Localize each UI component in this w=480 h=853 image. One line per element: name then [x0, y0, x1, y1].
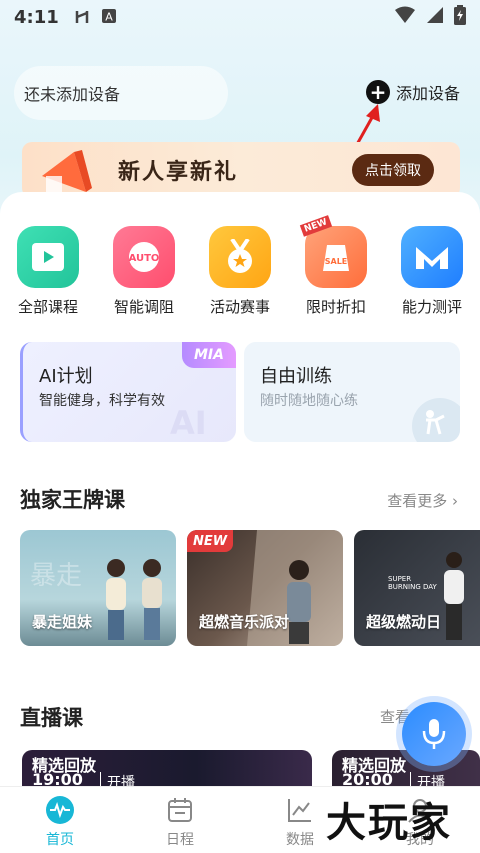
watermark-text: 大玩家	[326, 799, 452, 846]
free-training-title: 自由训练	[260, 366, 332, 387]
battery-icon	[454, 4, 466, 30]
svg-text:暴走: 暴走	[30, 561, 82, 591]
free-training-subtitle: 随时随地随心练	[260, 393, 358, 409]
medal-icon	[209, 226, 271, 288]
nav-label: 首页	[46, 832, 74, 848]
exclusive-section-title: 独家王牌课	[20, 488, 125, 512]
course-card[interactable]: 暴走 暴走姐妹	[20, 530, 176, 646]
course-card[interactable]: NEW 超燃音乐派对	[187, 530, 343, 646]
course-label: 暴走姐妹	[32, 613, 93, 631]
category-ability-test[interactable]: 能力测评	[384, 226, 480, 317]
category-all-courses[interactable]: 全部课程	[0, 226, 96, 317]
m-logo-icon	[401, 226, 463, 288]
live-card[interactable]: 精选回放 19:00 开播	[22, 750, 312, 790]
category-label: 活动赛事	[209, 298, 270, 316]
svg-text:SALE: SALE	[325, 257, 348, 266]
device-status-pill[interactable]: 还未添加设备	[14, 66, 228, 120]
auto-icon: AUTO	[113, 226, 175, 288]
more-label: 查看更多	[387, 492, 448, 510]
play-icon	[17, 226, 79, 288]
category-discount[interactable]: SALE NEW 限时折扣	[288, 215, 384, 317]
nav-label: 数据	[286, 832, 314, 848]
microphone-icon	[422, 719, 446, 749]
status-time: 4:11	[14, 6, 59, 28]
live-section-title: 直播课	[20, 706, 83, 730]
wifi-icon	[394, 6, 416, 29]
sync-icon	[73, 8, 91, 26]
course-label: 超级燃动日	[366, 613, 442, 631]
nav-label: 日程	[166, 832, 194, 848]
new-tag: NEW	[187, 530, 233, 552]
nav-home[interactable]: 首页	[0, 787, 120, 853]
course-label: 超燃音乐派对	[199, 613, 290, 631]
svg-text:A: A	[105, 11, 113, 24]
course-caption: SUPER BURNING DAY	[388, 575, 437, 591]
category-label: 能力测评	[401, 298, 462, 316]
svg-text:AUTO: AUTO	[129, 253, 160, 264]
live-card[interactable]: 精选回放 20:00 开播	[332, 750, 480, 790]
category-label: 限时折扣	[305, 298, 366, 316]
category-events[interactable]: 活动赛事	[192, 226, 288, 317]
banner-title: 新人享新礼	[118, 160, 239, 185]
category-row: 全部课程 AUTO 智能调阻 活动赛事 SALE NEW 限时折扣 能力测评	[0, 215, 480, 317]
notification-a-icon: A	[101, 8, 119, 26]
course-card[interactable]: SUPER BURNING DAY 超级燃动日	[354, 530, 480, 646]
voice-assistant-button[interactable]	[402, 702, 466, 766]
category-smart-resistance[interactable]: AUTO 智能调阻	[96, 226, 192, 317]
home-pulse-icon	[45, 795, 75, 825]
ai-plan-subtitle: 智能健身，科学有效	[39, 393, 165, 409]
workout-figure-icon	[412, 398, 460, 442]
ai-plan-title: AI计划	[39, 366, 93, 387]
no-device-text: 还未添加设备	[24, 85, 121, 104]
ai-watermark-icon: AI	[170, 404, 207, 438]
sale-tag-icon: SALE NEW	[299, 215, 367, 288]
claim-button[interactable]: 点击领取	[352, 154, 434, 186]
add-device-label: 添加设备	[395, 84, 460, 103]
new-user-gift-banner[interactable]: 新人享新礼 点击领取	[22, 142, 460, 198]
chevron-right-icon: ›	[452, 492, 458, 510]
signal-icon	[426, 6, 444, 29]
megaphone-icon	[42, 150, 92, 194]
calendar-icon	[165, 795, 195, 825]
mia-tag: MIA	[182, 342, 236, 368]
ai-plan-card[interactable]: MIA AI计划 智能健身，科学有效 AI	[20, 342, 236, 442]
category-label: 全部课程	[17, 298, 78, 316]
chart-icon	[285, 795, 315, 825]
free-training-card[interactable]: 自由训练 随时随地随心练	[244, 342, 460, 442]
exclusive-more-link[interactable]: 查看更多 ›	[387, 490, 458, 511]
nav-schedule[interactable]: 日程	[120, 787, 240, 853]
category-label: 智能调阻	[113, 298, 174, 316]
status-bar: 4:11 A	[0, 0, 480, 34]
svg-text:AI: AI	[170, 404, 207, 438]
